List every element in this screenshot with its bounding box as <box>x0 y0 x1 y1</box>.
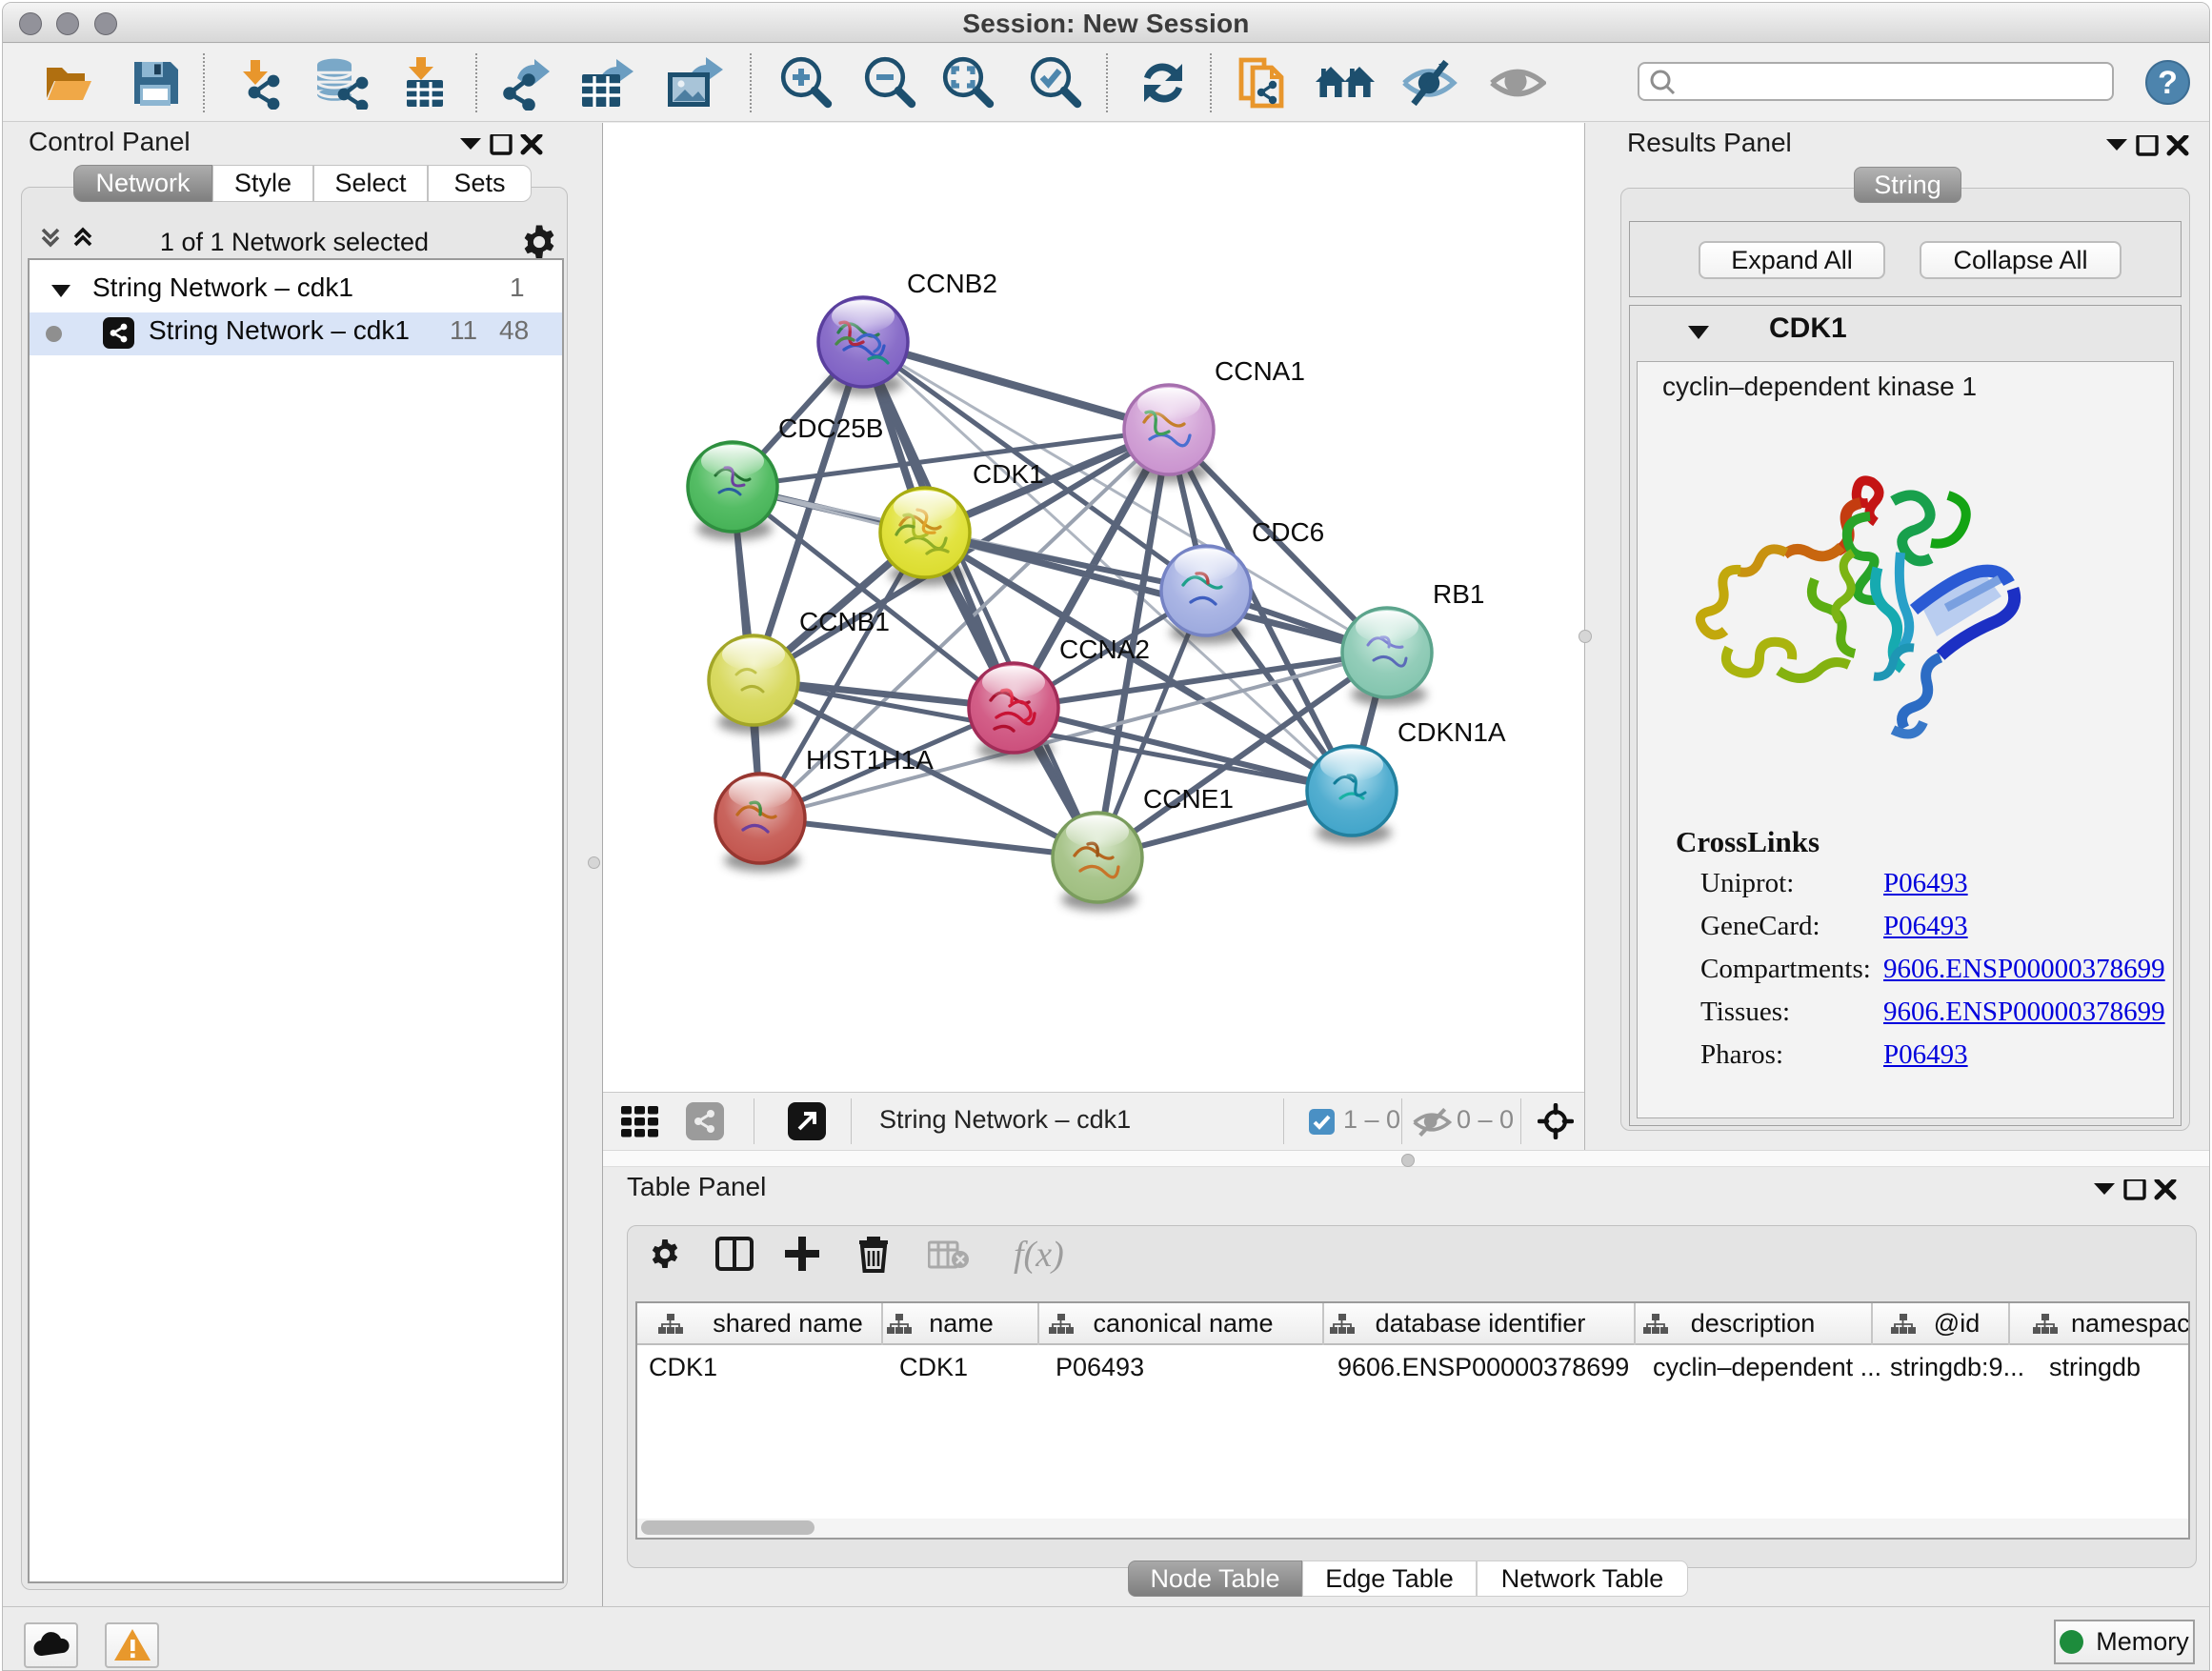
svg-text:CDC6: CDC6 <box>1252 517 1324 547</box>
svg-text:CDC25B: CDC25B <box>778 413 883 443</box>
svg-text:CCNE1: CCNE1 <box>1143 784 1234 814</box>
svg-text:CCNB1: CCNB1 <box>799 607 890 636</box>
svg-text:RB1: RB1 <box>1433 579 1484 609</box>
svg-text:CCNB2: CCNB2 <box>907 269 997 298</box>
svg-text:CDK1: CDK1 <box>973 459 1044 489</box>
svg-text:CCNA2: CCNA2 <box>1059 634 1150 664</box>
svg-text:CCNA1: CCNA1 <box>1215 356 1305 386</box>
svg-text:HIST1H1A: HIST1H1A <box>806 745 934 775</box>
svg-text:CDKN1A: CDKN1A <box>1398 717 1506 747</box>
